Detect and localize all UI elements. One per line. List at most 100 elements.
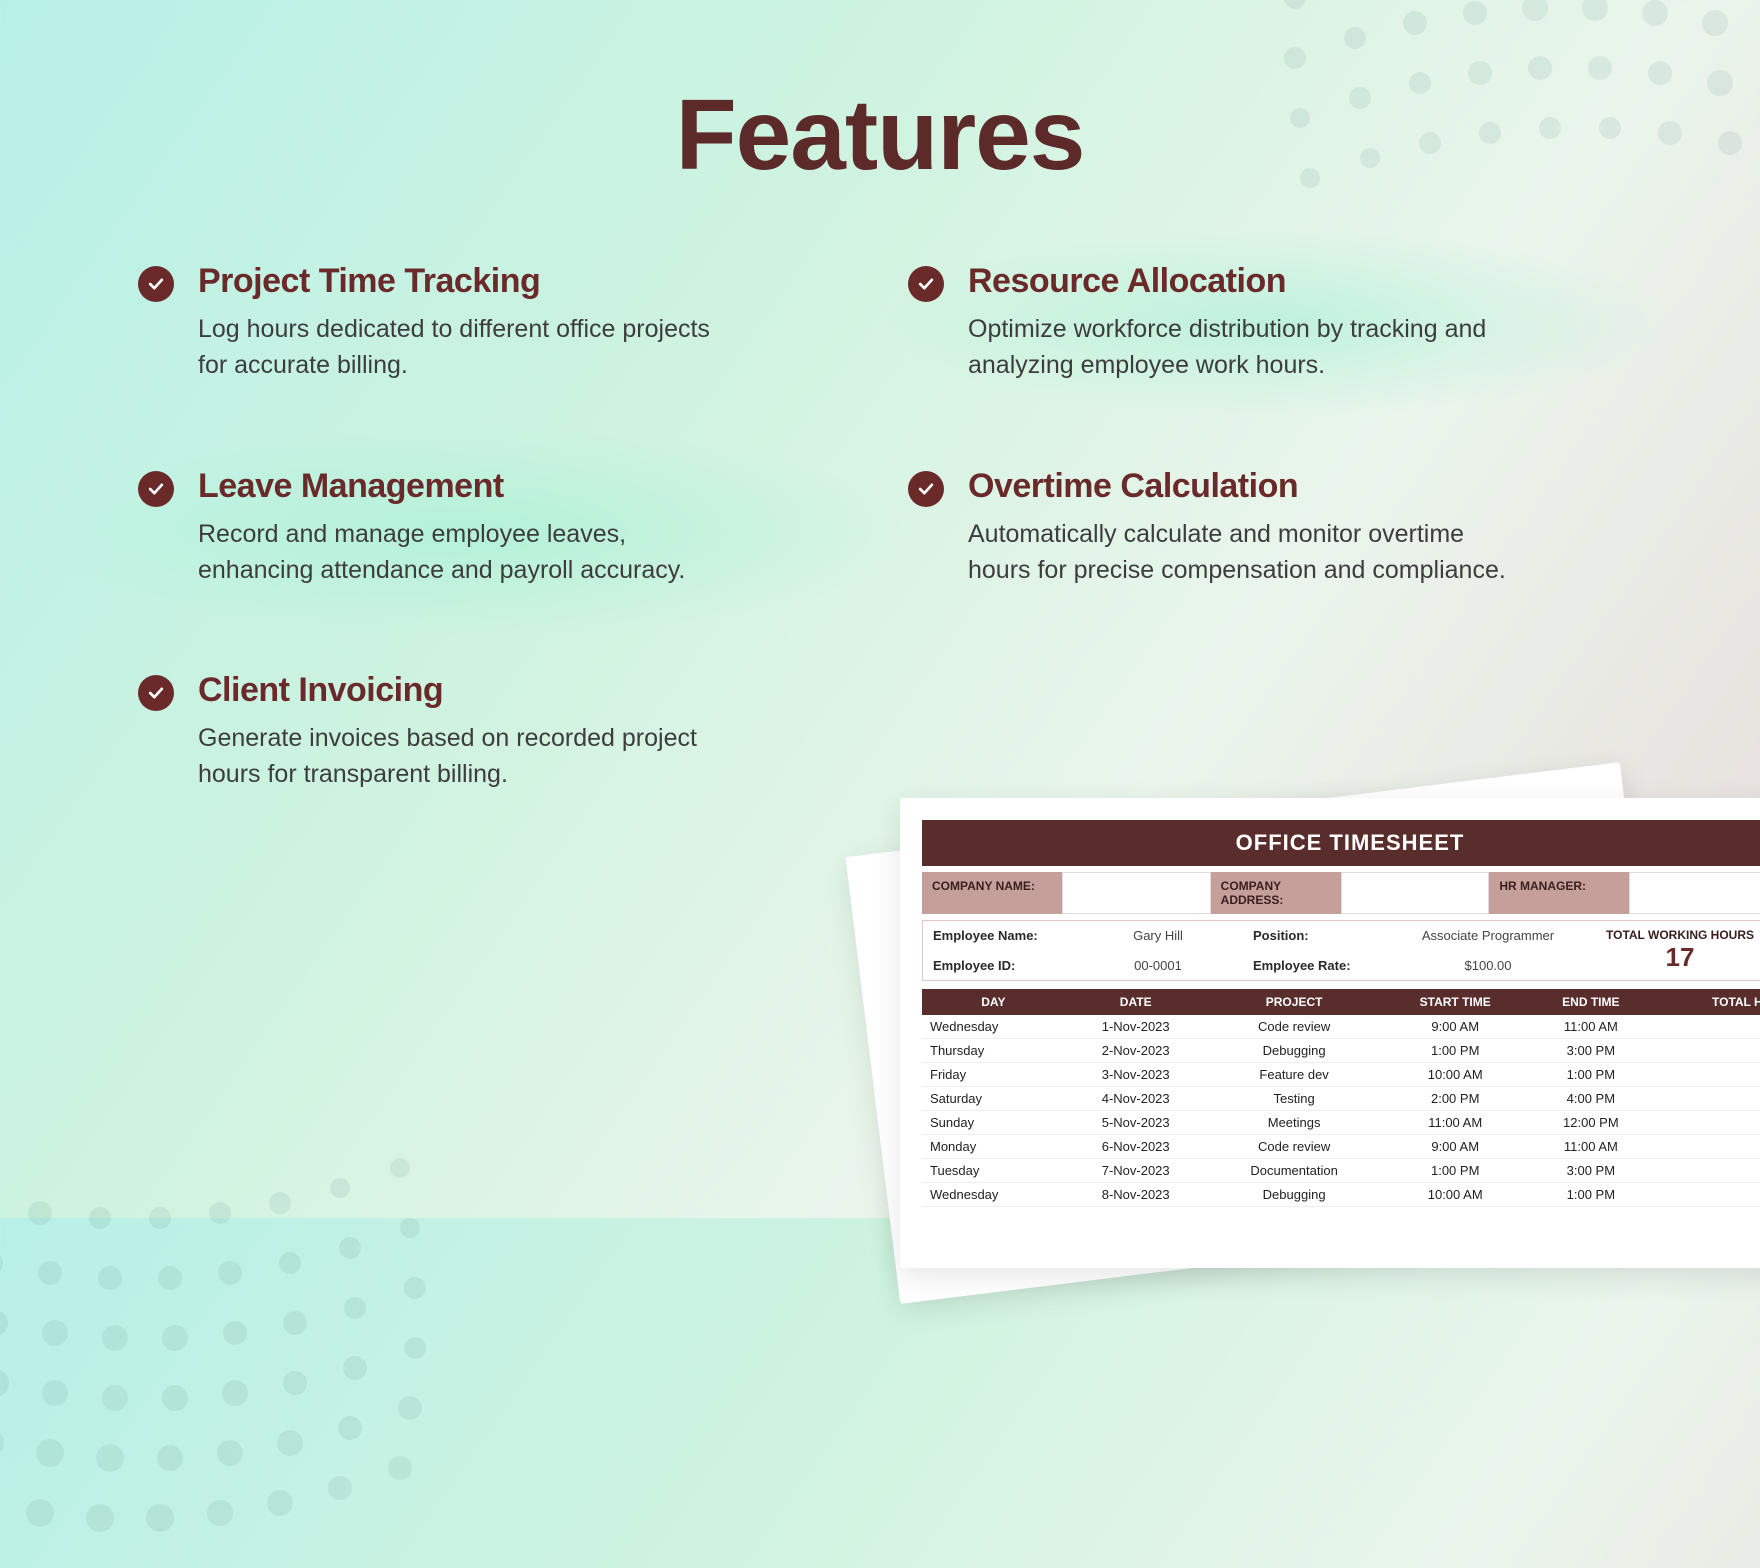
table-row: Tuesday7-Nov-2023Documentation1:00 PM3:0… (922, 1159, 1760, 1183)
table-cell: 9:00 AM (1382, 1015, 1529, 1039)
table-cell: 12:00 PM (1529, 1111, 1653, 1135)
company-address-label: COMPANY ADDRESS: (1211, 872, 1341, 914)
table-cell: Friday (922, 1063, 1065, 1087)
table-header: TOTAL HO (1653, 989, 1760, 1015)
table-cell: 2 (1653, 1087, 1760, 1111)
table-cell: 2 (1653, 1159, 1760, 1183)
company-name-value (1062, 872, 1211, 914)
timesheet-header-row: COMPANY NAME: COMPANY ADDRESS: HR MANAGE… (922, 872, 1760, 914)
table-cell: Code review (1207, 1135, 1382, 1159)
feature-title: Client Invoicing (198, 671, 738, 710)
table-cell: Debugging (1207, 1183, 1382, 1207)
total-hours-value: 17 (1593, 942, 1760, 973)
table-cell: 1:00 PM (1529, 1183, 1653, 1207)
table-cell: 3-Nov-2023 (1065, 1063, 1207, 1087)
table-cell: 1-Nov-2023 (1065, 1015, 1207, 1039)
table-cell: Feature dev (1207, 1063, 1382, 1087)
table-row: Monday6-Nov-2023Code review9:00 AM11:00 … (922, 1135, 1760, 1159)
table-cell: Sunday (922, 1111, 1065, 1135)
table-header: START TIME (1382, 989, 1529, 1015)
table-row: Thursday2-Nov-2023Debugging1:00 PM3:00 P… (922, 1039, 1760, 1063)
table-cell: Wednesday (922, 1015, 1065, 1039)
position-value: Associate Programmer (1393, 921, 1583, 951)
table-cell: Meetings (1207, 1111, 1382, 1135)
feature-desc: Generate invoices based on recorded proj… (198, 720, 738, 793)
table-cell: Debugging (1207, 1039, 1382, 1063)
feature-client-invoicing: Client Invoicing Generate invoices based… (130, 657, 860, 807)
table-cell: 4:00 PM (1529, 1087, 1653, 1111)
timesheet-table: DAYDATEPROJECTSTART TIMEEND TIMETOTAL HO… (922, 989, 1760, 1207)
table-header: PROJECT (1207, 989, 1382, 1015)
hr-manager-value (1629, 872, 1760, 914)
table-cell: 11:00 AM (1529, 1015, 1653, 1039)
table-row: Wednesday1-Nov-2023Code review9:00 AM11:… (922, 1015, 1760, 1039)
table-cell: 1:00 PM (1382, 1039, 1529, 1063)
feature-leave-management: Leave Management Record and manage emplo… (130, 453, 860, 603)
table-cell: 8-Nov-2023 (1065, 1183, 1207, 1207)
table-row: Wednesday8-Nov-2023Debugging10:00 AM1:00… (922, 1183, 1760, 1207)
table-cell: Testing (1207, 1087, 1382, 1111)
table-cell: Documentation (1207, 1159, 1382, 1183)
feature-desc: Log hours dedicated to different office … (198, 311, 738, 384)
table-cell: 7-Nov-2023 (1065, 1159, 1207, 1183)
check-icon (138, 266, 174, 302)
timesheet-meta: Employee Name: Gary Hill Position: Assoc… (922, 920, 1760, 981)
total-hours-box: TOTAL WORKING HOURS 17 (1583, 921, 1760, 980)
table-row: Friday3-Nov-2023Feature dev10:00 AM1:00 … (922, 1063, 1760, 1087)
table-cell: 2 (1653, 1039, 1760, 1063)
feature-desc: Record and manage employee leaves, enhan… (198, 516, 738, 589)
emp-id-label: Employee ID: (923, 951, 1073, 981)
table-header: END TIME (1529, 989, 1653, 1015)
table-cell: 11:00 AM (1529, 1135, 1653, 1159)
table-cell: 10:00 AM (1382, 1183, 1529, 1207)
table-cell: 2-Nov-2023 (1065, 1039, 1207, 1063)
rate-value: $100.00 (1393, 951, 1583, 981)
emp-name-label: Employee Name: (923, 921, 1073, 951)
emp-id-value: 00-0001 (1073, 951, 1243, 981)
table-cell: Wednesday (922, 1183, 1065, 1207)
check-icon (138, 471, 174, 507)
feature-title: Resource Allocation (968, 262, 1508, 301)
feature-desc: Optimize workforce distribution by track… (968, 311, 1508, 384)
feature-overtime-calculation: Overtime Calculation Automatically calcu… (900, 453, 1630, 603)
table-cell: 1:00 PM (1382, 1159, 1529, 1183)
table-cell: 3 (1653, 1183, 1760, 1207)
rate-label: Employee Rate: (1243, 951, 1393, 981)
check-icon (908, 471, 944, 507)
feature-title: Overtime Calculation (968, 467, 1508, 506)
table-cell: 4-Nov-2023 (1065, 1087, 1207, 1111)
check-icon (908, 266, 944, 302)
timesheet-title: OFFICE TIMESHEET (922, 820, 1760, 866)
table-cell: 2 (1653, 1015, 1760, 1039)
table-header: DAY (922, 989, 1065, 1015)
table-cell: 10:00 AM (1382, 1063, 1529, 1087)
emp-name-value: Gary Hill (1073, 921, 1243, 951)
table-cell: 5-Nov-2023 (1065, 1111, 1207, 1135)
table-cell: 6-Nov-2023 (1065, 1135, 1207, 1159)
feature-title: Project Time Tracking (198, 262, 738, 301)
table-cell: 3 (1653, 1063, 1760, 1087)
hr-manager-label: HR MANAGER: (1489, 872, 1629, 914)
table-cell: 1:00 PM (1529, 1063, 1653, 1087)
feature-project-time-tracking: Project Time Tracking Log hours dedicate… (130, 248, 860, 398)
company-name-label: COMPANY NAME: (922, 872, 1062, 914)
table-cell: Code review (1207, 1015, 1382, 1039)
table-cell: 11:00 AM (1382, 1111, 1529, 1135)
timesheet-preview: OFFICE TIMESHEET COMPANY NAME: COMPANY A… (840, 648, 1760, 1268)
table-cell: Saturday (922, 1087, 1065, 1111)
table-cell: Monday (922, 1135, 1065, 1159)
total-hours-caption: TOTAL WORKING HOURS (1593, 928, 1760, 942)
feature-title: Leave Management (198, 467, 738, 506)
company-address-value (1341, 872, 1490, 914)
table-cell: 9:00 AM (1382, 1135, 1529, 1159)
table-cell: Tuesday (922, 1159, 1065, 1183)
table-cell: 3:00 PM (1529, 1039, 1653, 1063)
feature-resource-allocation: Resource Allocation Optimize workforce d… (900, 248, 1630, 398)
table-row: Sunday5-Nov-2023Meetings11:00 AM12:00 PM… (922, 1111, 1760, 1135)
position-label: Position: (1243, 921, 1393, 951)
table-header: DATE (1065, 989, 1207, 1015)
table-cell: 2 (1653, 1135, 1760, 1159)
page-title: Features (0, 78, 1760, 193)
check-icon (138, 675, 174, 711)
paper-front: OFFICE TIMESHEET COMPANY NAME: COMPANY A… (900, 798, 1760, 1268)
